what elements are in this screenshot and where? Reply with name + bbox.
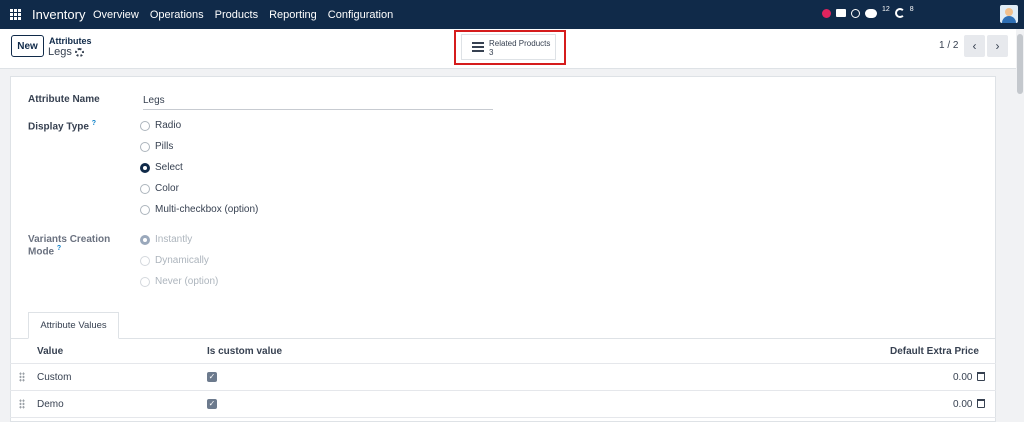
variants-label-line2: Mode (28, 246, 55, 258)
radio-label: Never (option) (155, 276, 219, 287)
display-type-label-text: Display Type (28, 121, 89, 133)
trash-icon[interactable] (977, 399, 985, 408)
avatar[interactable] (1000, 5, 1018, 23)
radio-label: Instantly (155, 234, 193, 245)
control-panel: New Attributes Legs Related Products 3 1… (0, 29, 1024, 69)
pager-value[interactable]: 1 / 2 (939, 40, 958, 51)
help-icon[interactable]: ? (57, 245, 61, 252)
radio-selected-icon (140, 162, 150, 173)
radio-icon (140, 141, 150, 152)
radio-display-color[interactable]: Color (140, 183, 179, 194)
radio-selected-icon (140, 234, 150, 245)
pager-previous-icon[interactable]: ‹ (964, 35, 985, 57)
related-products-label: Related Products (489, 39, 551, 48)
scrollbar[interactable] (1016, 29, 1024, 422)
radio-variants-never: Never (option) (140, 276, 218, 287)
checkbox-checked-icon[interactable]: ✓ (207, 372, 217, 382)
related-products-button[interactable]: Related Products 3 (461, 34, 556, 60)
whatsapp-icon[interactable] (851, 8, 860, 18)
radio-display-pills[interactable]: Pills (140, 141, 173, 152)
app-name[interactable]: Inventory (32, 7, 85, 22)
radio-label: Multi-checkbox (option) (155, 204, 259, 215)
activity-count-badge: 8 (909, 5, 914, 13)
drag-handle-icon[interactable] (19, 399, 25, 409)
table-cell-price[interactable]: 0.00 (953, 372, 972, 383)
radio-icon (140, 255, 150, 266)
related-products-count: 3 (489, 48, 494, 57)
tab-attribute-values[interactable]: Attribute Values (28, 312, 119, 339)
radio-icon (140, 204, 150, 215)
gear-icon[interactable] (74, 47, 84, 57)
radio-icon (140, 183, 150, 194)
menu-operations[interactable]: Operations (150, 9, 204, 21)
table-row-divider (10, 417, 996, 418)
variants-creation-mode-label: Variants Creation Mode ? (28, 234, 110, 257)
chat-icon[interactable] (865, 8, 877, 18)
radio-label: Dynamically (155, 255, 209, 266)
chat-count-badge: 12 (882, 5, 890, 13)
table-row-divider (10, 390, 996, 391)
column-header-is-custom[interactable]: Is custom value (207, 346, 282, 357)
table-cell-value[interactable]: Custom (37, 372, 71, 383)
radio-variants-instantly: Instantly (140, 234, 192, 245)
mail-icon[interactable] (836, 9, 846, 17)
radio-variants-dynamically: Dynamically (140, 255, 209, 266)
breadcrumb-current-label: Legs (48, 46, 72, 58)
apps-menu-icon[interactable] (10, 9, 21, 20)
record-icon[interactable] (822, 8, 831, 18)
breadcrumb-parent[interactable]: Attributes (49, 36, 92, 46)
table-header-divider (10, 363, 996, 364)
systray: 12 8 (822, 5, 914, 18)
radio-display-multi-checkbox[interactable]: Multi-checkbox (option) (140, 204, 258, 215)
table-cell-value[interactable]: Demo (37, 399, 64, 410)
column-header-extra-price[interactable]: Default Extra Price (890, 346, 979, 357)
attribute-name-field[interactable]: Legs (143, 95, 493, 110)
help-icon[interactable]: ? (92, 120, 96, 127)
radio-icon (140, 120, 150, 131)
breadcrumb-current: Legs (48, 46, 84, 58)
trash-icon[interactable] (977, 372, 985, 381)
radio-label: Select (155, 162, 183, 173)
display-type-label: Display Type ? (28, 120, 96, 132)
radio-label: Radio (155, 120, 182, 131)
radio-icon (140, 276, 150, 287)
new-button[interactable]: New (11, 35, 44, 57)
radio-display-radio[interactable]: Radio (140, 120, 181, 131)
menu-products[interactable]: Products (215, 9, 258, 21)
menu-overview[interactable]: Overview (93, 9, 139, 21)
main-menu: Overview Operations Products Reporting C… (93, 9, 393, 21)
column-header-value[interactable]: Value (37, 346, 63, 357)
table-cell-price[interactable]: 0.00 (953, 399, 972, 410)
checkbox-checked-icon[interactable]: ✓ (207, 399, 217, 409)
pager-next-icon[interactable]: › (987, 35, 1008, 57)
menu-reporting[interactable]: Reporting (269, 9, 317, 21)
list-icon (472, 42, 484, 53)
tab-divider (10, 338, 996, 339)
top-navbar: Inventory Overview Operations Products R… (0, 0, 1024, 29)
attribute-name-label: Attribute Name (28, 94, 100, 105)
drag-handle-icon[interactable] (19, 372, 25, 382)
clock-icon[interactable] (894, 8, 905, 18)
radio-display-select[interactable]: Select (140, 162, 183, 173)
menu-configuration[interactable]: Configuration (328, 9, 393, 21)
radio-label: Pills (155, 141, 174, 152)
variants-label-line1: Variants Creation (28, 234, 111, 245)
radio-label: Color (155, 183, 179, 194)
